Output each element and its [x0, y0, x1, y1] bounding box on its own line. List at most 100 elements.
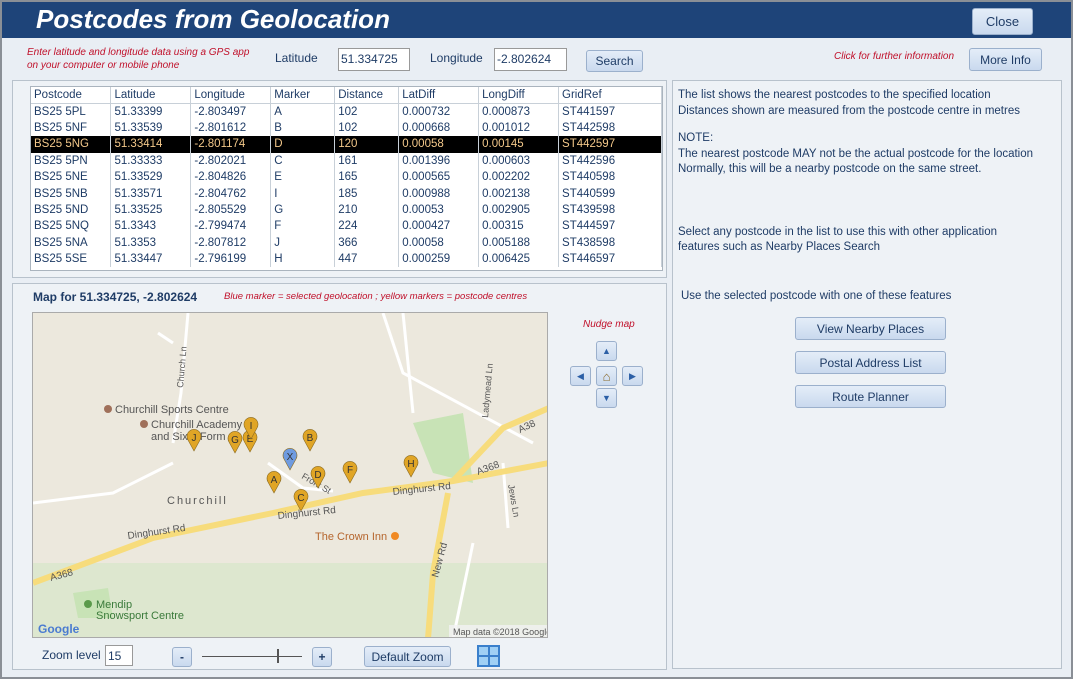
table-row[interactable]: BS25 5PN 51.33333 -2.802021 C 161 0.001396 0.0…: [31, 152, 662, 169]
table-cell: 0.002202: [478, 168, 560, 186]
default-zoom-button[interactable]: Default Zoom: [364, 646, 451, 667]
table-cell: ST442597: [558, 136, 662, 153]
table-cell: 165: [334, 168, 400, 186]
info-line: features such as Nearby Places Search: [678, 241, 880, 253]
column-header[interactable]: LongDiff: [478, 87, 560, 104]
table-cell: ST440598: [558, 168, 662, 186]
table-cell: 0.00315: [478, 218, 560, 235]
zoom-level-label: Zoom level: [42, 648, 101, 662]
zoom-slider-thumb[interactable]: [277, 649, 279, 663]
nudge-up-button[interactable]: ▲: [596, 341, 617, 361]
table-cell: 0.000603: [478, 152, 560, 169]
table-cell: BS25 5NG: [31, 136, 112, 153]
zoom-slider[interactable]: [202, 649, 302, 663]
column-header[interactable]: LatDiff: [398, 87, 480, 104]
table-cell: BS25 5NF: [31, 119, 112, 137]
fullscreen-icon[interactable]: [477, 645, 500, 667]
more-info-button[interactable]: More Info: [969, 48, 1042, 71]
route-planner-button[interactable]: Route Planner: [795, 385, 946, 408]
table-cell: J: [270, 234, 336, 251]
table-cell: BS25 5SE: [31, 250, 112, 268]
map-label: Churchill Academy: [151, 419, 243, 431]
nudge-right-button[interactable]: ▶: [622, 366, 643, 386]
table-cell: -2.804762: [190, 185, 272, 202]
view-nearby-places-button[interactable]: View Nearby Places: [795, 317, 946, 340]
table-cell: 0.001012: [478, 119, 560, 137]
table-cell: 51.33414: [110, 136, 192, 153]
table-cell: 161: [334, 152, 400, 169]
marker-letter: F: [347, 465, 353, 476]
column-header[interactable]: GridRef: [558, 87, 662, 104]
table-cell: 0.002905: [478, 201, 560, 219]
close-button[interactable]: Close: [972, 8, 1033, 35]
zoom-out-button[interactable]: -: [172, 647, 192, 667]
table-cell: ST442598: [558, 119, 662, 137]
table-cell: 51.33399: [110, 103, 192, 120]
table-cell: ST439598: [558, 201, 662, 219]
map-label: Churchill Sports Centre: [115, 404, 229, 416]
table-cell: BS25 5NB: [31, 185, 112, 202]
marker-letter: J: [192, 433, 197, 444]
zoom-in-button[interactable]: +: [312, 647, 332, 667]
search-button[interactable]: Search: [586, 50, 643, 72]
instructions-line: Enter latitude and longitude data using …: [27, 47, 250, 58]
nudge-left-button[interactable]: ◀: [570, 366, 591, 386]
latitude-input[interactable]: 51.334725: [338, 48, 410, 71]
column-header[interactable]: Latitude: [110, 87, 192, 104]
table-row[interactable]: BS25 5SE 51.33447 -2.796199 H 447 0.000259 0.0…: [31, 250, 662, 268]
arrow-right-icon: ▶: [629, 370, 636, 381]
table-cell: E: [270, 168, 336, 186]
table-row[interactable]: BS25 5NF 51.33539 -2.801612 B 102 0.000668 0.0…: [31, 119, 662, 137]
table-cell: 224: [334, 218, 400, 235]
map-view[interactable]: Churchill Sports Centre Churchill Academ…: [32, 312, 548, 638]
column-header[interactable]: Distance: [334, 87, 400, 104]
table-row[interactable]: BS25 5NQ 51.3343 -2.799474 F 224 0.000427 0.00…: [31, 218, 662, 235]
table-row[interactable]: BS25 5ND 51.33525 -2.805529 G 210 0.00053 0.00…: [31, 201, 662, 219]
table-cell: ST440599: [558, 185, 662, 202]
table-cell: 0.000988: [398, 185, 480, 202]
nudge-down-button[interactable]: ▼: [596, 388, 617, 408]
note-title: NOTE:: [678, 132, 714, 144]
table-row[interactable]: BS25 5NB 51.33571 -2.804762 I 185 0.000988 0.0…: [31, 185, 662, 202]
nudge-home-button[interactable]: ⌂: [596, 366, 617, 386]
poi-icon: [140, 420, 148, 428]
table-row[interactable]: BS25 5NA 51.3353 -2.807812 J 366 0.00058 0.005…: [31, 234, 662, 251]
column-header[interactable]: Marker: [270, 87, 336, 104]
column-header[interactable]: Longitude: [190, 87, 272, 104]
longitude-input[interactable]: -2.802624: [494, 48, 567, 71]
zoom-level-input[interactable]: 15: [105, 645, 133, 666]
table-cell: 51.3343: [110, 218, 192, 235]
table-cell: ST441597: [558, 103, 662, 120]
info-line: Distances shown are measured from the po…: [678, 104, 1020, 117]
table-cell: F: [270, 218, 336, 235]
marker-letter: G: [231, 435, 239, 446]
map-copyright: Map data ©2018 Google: [453, 627, 548, 637]
info-line: Select any postcode in the list to use t…: [678, 225, 997, 238]
map-legend: Blue marker = selected geolocation ; yel…: [224, 291, 528, 302]
nudge-label: Nudge map: [583, 319, 635, 330]
map-label: Churchill: [167, 495, 228, 507]
table-row[interactable]: BS25 5NE 51.33529 -2.804826 E 165 0.000565 0.0…: [31, 168, 662, 186]
marker-letter: H: [407, 459, 414, 470]
arrow-up-icon: ▲: [602, 346, 611, 356]
column-header[interactable]: Postcode: [31, 87, 112, 104]
table-cell: 51.33529: [110, 168, 192, 186]
table-cell: 51.33333: [110, 152, 192, 169]
table-cell: 0.002138: [478, 185, 560, 202]
table-cell: BS25 5PN: [31, 152, 112, 169]
table-cell: -2.796199: [190, 250, 272, 268]
table-cell: G: [270, 201, 336, 219]
table-cell: 51.33525: [110, 201, 192, 219]
table-cell: A: [270, 103, 336, 120]
table-cell: B: [270, 119, 336, 137]
marker-letter: D: [314, 470, 321, 481]
table-row[interactable]: BS25 5NG 51.33414 -2.801174 D 120 0.00058 0.00…: [31, 136, 662, 153]
instructions-line: on your computer or mobile phone: [27, 60, 180, 71]
table-cell: BS25 5NE: [31, 168, 112, 186]
postal-address-list-button[interactable]: Postal Address List: [795, 351, 946, 374]
table-row[interactable]: BS25 5PL 51.33399 -2.803497 A 102 0.000732 0.0…: [31, 103, 662, 120]
instructions: Enter latitude and longitude data using …: [27, 46, 249, 72]
table-cell: H: [270, 250, 336, 268]
marker-letter: X: [287, 452, 294, 463]
table-cell: BS25 5PL: [31, 103, 112, 120]
